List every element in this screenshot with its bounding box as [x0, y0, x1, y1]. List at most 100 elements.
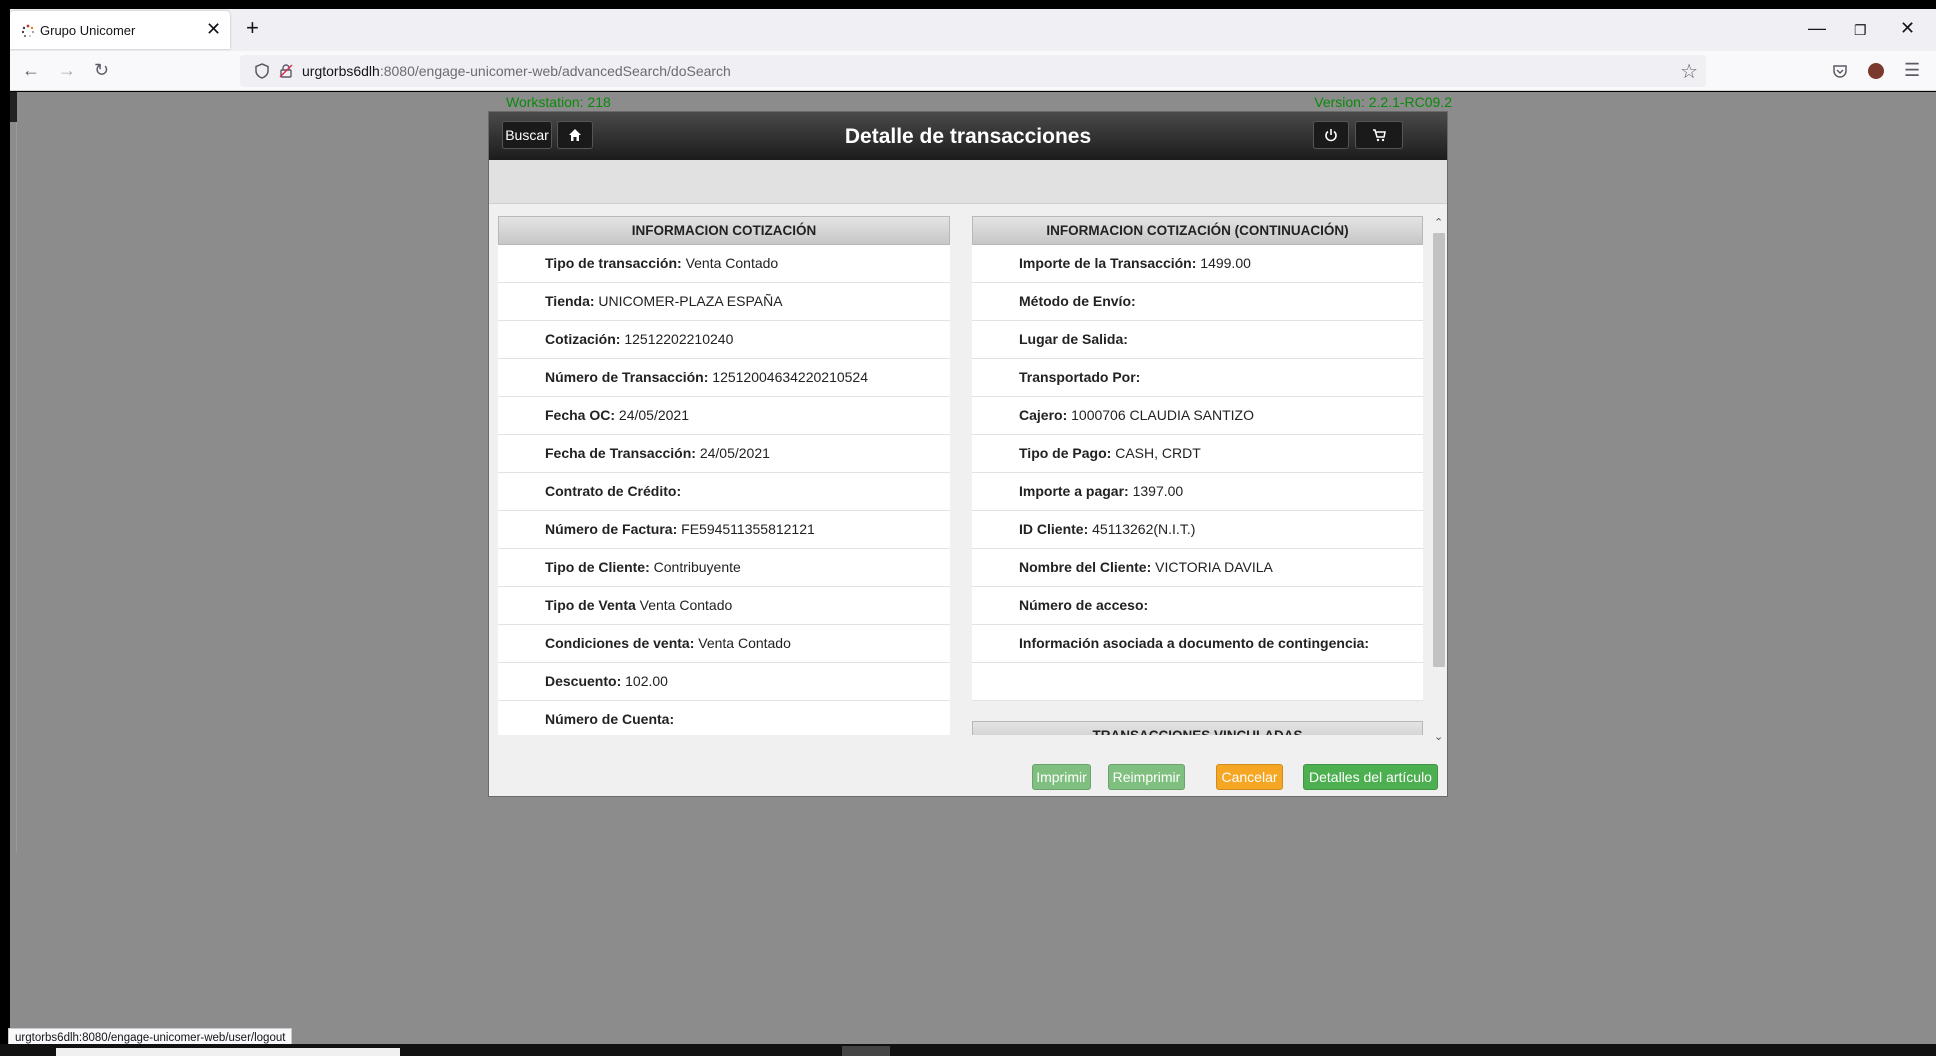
row-value: 1499.00 — [1200, 255, 1251, 271]
row-label: Transportado Por: — [1019, 369, 1141, 385]
row-value: 102.00 — [625, 673, 668, 689]
restore-icon[interactable]: ❐ — [1854, 21, 1867, 39]
row-label: Número de Cuenta: — [545, 711, 675, 727]
url-host: urgtorbs6dlh — [302, 63, 380, 79]
info-row: Importe a pagar: 1397.00 — [972, 473, 1423, 511]
info-row: Tienda: UNICOMER-PLAZA ESPAÑA — [498, 283, 950, 321]
loading-spinner-icon — [21, 24, 35, 37]
row-label: Condiciones de venta: — [545, 635, 695, 651]
row-value: VICTORIA DAVILA — [1155, 559, 1273, 575]
pocket-icon[interactable] — [1832, 63, 1848, 79]
info-row: Contrato de Crédito: — [498, 473, 950, 511]
scroll-up-icon[interactable]: ⌃ — [1434, 217, 1443, 229]
info-row: Número de Factura: FE594511355812121 — [498, 511, 950, 549]
insecure-lock-icon[interactable] — [278, 63, 294, 79]
taskbar-item[interactable] — [56, 1048, 400, 1056]
info-row: Tipo de Cliente: Contribuyente — [498, 549, 950, 587]
row-value: 24/05/2021 — [699, 445, 770, 461]
info-row: Nombre del Cliente: VICTORIA DAVILA — [972, 549, 1423, 587]
info-row: Método de Envío: — [972, 283, 1423, 321]
forward-arrow-icon[interactable]: → — [58, 60, 76, 80]
star-icon[interactable]: ☆ — [1680, 59, 1698, 84]
row-label: Cotización: — [545, 331, 621, 347]
url-path: :8080/engage-unicomer-web/advancedSearch… — [379, 63, 731, 79]
page-viewport: Workstation: 218 Version: 2.2.1-RC09.2 B… — [10, 92, 1936, 1044]
row-label: Tipo de Venta — [545, 597, 636, 613]
cancel-button[interactable]: Cancelar — [1216, 764, 1283, 790]
row-label: Información asociada a documento de cont… — [1019, 635, 1370, 651]
dialog-title: Detalle de transacciones — [844, 125, 1092, 148]
account-icon[interactable] — [1868, 63, 1884, 79]
close-tab-icon[interactable]: ✕ — [206, 20, 221, 38]
row-value: 1000706 CLAUDIA SANTIZO — [1071, 407, 1254, 423]
row-value: 45113262(N.I.T.) — [1092, 521, 1196, 537]
row-value: 24/05/2021 — [618, 407, 689, 423]
item-details-button[interactable]: Detalles del artículo — [1303, 764, 1438, 790]
info-row: Condiciones de venta: Venta Contado — [498, 625, 950, 663]
row-value: FE594511355812121 — [681, 521, 815, 537]
cart-icon — [1373, 129, 1386, 142]
info-row: Tipo de Venta Venta Contado — [498, 587, 950, 625]
dialog-subbar — [489, 160, 1447, 204]
shield-icon[interactable] — [254, 63, 270, 79]
browser-tab-strip: Grupo Unicomer ✕ + — ❐ ✕ — [10, 9, 1936, 51]
sidebar-edge — [10, 92, 17, 122]
row-value: Venta Contado — [698, 635, 791, 651]
info-row: Cajero: 1000706 CLAUDIA SANTIZO — [972, 397, 1423, 435]
info-row: Número de acceso: — [972, 587, 1423, 625]
new-tab-icon[interactable]: + — [246, 17, 259, 39]
info-row: Descuento: 102.00 — [498, 663, 950, 701]
left-rows: Tipo de transacción: Venta Contado Tiend… — [498, 245, 950, 735]
transaction-detail-dialog: Buscar Detalle de transacciones INFORMAC… — [488, 111, 1448, 797]
row-label: Número de acceso: — [1019, 597, 1149, 613]
reprint-button[interactable]: Reimprimir — [1108, 764, 1185, 790]
info-row: Número de Transacción: 12512004634220210… — [498, 359, 950, 397]
right-info-column: INFORMACION COTIZACIÓN (CONTINUACIÓN) Im… — [972, 216, 1423, 735]
row-label: Número de Factura: — [545, 521, 678, 537]
row-label: Fecha OC: — [545, 407, 616, 423]
scroll-down-icon[interactable]: ⌄ — [1434, 731, 1443, 743]
row-label: Importe a pagar: — [1019, 483, 1129, 499]
row-label: Descuento: — [545, 673, 622, 689]
address-bar[interactable]: urgtorbs6dlh:8080/engage-unicomer-web/ad… — [240, 55, 1706, 87]
right-section-header: INFORMACION COTIZACIÓN (CONTINUACIÓN) — [972, 216, 1423, 245]
row-value: Venta Contado — [639, 597, 733, 613]
row-value: Venta Contado — [685, 255, 779, 271]
power-icon — [1325, 129, 1337, 142]
dialog-content: INFORMACION COTIZACIÓN Tipo de transacci… — [489, 205, 1447, 735]
power-button[interactable] — [1313, 121, 1349, 149]
linked-transactions-header: TRANSACCIONES VINCULADAS — [972, 721, 1423, 735]
dialog-header: Buscar Detalle de transacciones — [489, 112, 1447, 160]
row-value: UNICOMER-PLAZA ESPAÑA — [598, 293, 783, 309]
info-row: Fecha OC: 24/05/2021 — [498, 397, 950, 435]
row-label: Método de Envío: — [1019, 293, 1136, 309]
cart-button[interactable] — [1355, 121, 1403, 149]
browser-navbar: ← → ↻ urgtorbs6dlh:8080/engage-unicomer-… — [10, 51, 1936, 91]
info-row: Información asociada a documento de cont… — [972, 625, 1423, 663]
browser-tab[interactable]: Grupo Unicomer ✕ — [10, 11, 230, 49]
content-scrollbar[interactable]: ⌃ ⌄ — [1431, 215, 1447, 745]
tab-title: Grupo Unicomer — [40, 23, 136, 38]
info-row: Importe de la Transacción: 1499.00 — [972, 245, 1423, 283]
row-label: Número de Transacción: — [545, 369, 709, 385]
row-label: Tipo de Cliente: — [545, 559, 650, 575]
back-arrow-icon[interactable]: ← — [22, 60, 40, 80]
info-row: Tipo de transacción: Venta Contado — [498, 245, 950, 283]
row-value: Contribuyente — [653, 559, 741, 575]
scroll-thumb[interactable] — [1433, 233, 1445, 667]
close-window-icon[interactable]: ✕ — [1900, 19, 1915, 37]
info-row: Lugar de Salida: — [972, 321, 1423, 359]
version-label: Version: 2.2.1-RC09.2 — [1314, 94, 1452, 110]
info-row: ID Cliente: 45113262(N.I.T.) — [972, 511, 1423, 549]
taskbar-item[interactable] — [842, 1046, 890, 1056]
print-button[interactable]: Imprimir — [1032, 764, 1091, 790]
row-label: Tienda: — [545, 293, 595, 309]
menu-icon[interactable]: ☰ — [1904, 60, 1920, 80]
row-label: Contrato de Crédito: — [545, 483, 682, 499]
info-row: Cotización: 12512202210240 — [498, 321, 950, 359]
reload-icon[interactable]: ↻ — [94, 60, 109, 80]
section-gap — [972, 701, 1423, 721]
workstation-label: Workstation: 218 — [506, 94, 611, 110]
row-label: Tipo de transacción: — [545, 255, 682, 271]
minimize-icon[interactable]: — — [1808, 19, 1826, 37]
